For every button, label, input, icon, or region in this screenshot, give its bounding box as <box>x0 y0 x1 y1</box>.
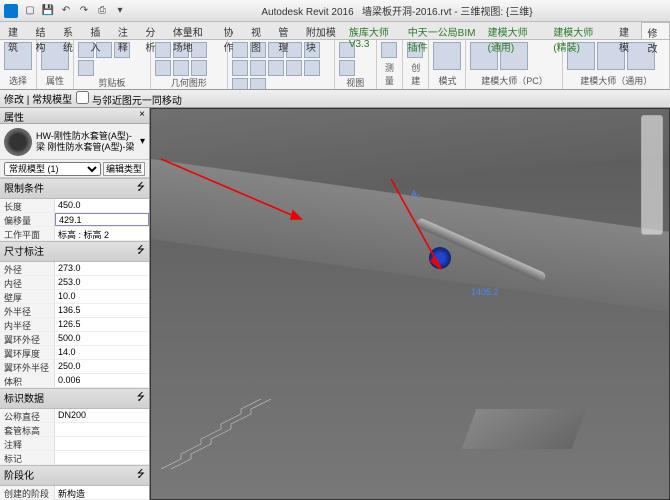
save-icon[interactable]: 💾 <box>40 3 56 19</box>
stair-element[interactable] <box>161 399 301 469</box>
qat-more-icon[interactable]: ▾ <box>112 3 128 19</box>
scale-icon[interactable] <box>304 60 320 76</box>
group-mode: 模式 <box>429 40 466 89</box>
edit-type-button[interactable]: 编辑类型 <box>103 162 145 176</box>
ribbon-tabs: 建筑 结构 系统 插入 注释 分析 体量和场地 协作 视图 管理 附加模块 族库… <box>0 22 670 40</box>
print-icon[interactable]: ⎙ <box>94 3 110 19</box>
link-icon[interactable] <box>155 60 171 76</box>
edit-family-icon[interactable] <box>433 42 461 70</box>
align-icon[interactable] <box>232 42 248 58</box>
properties-panel: 属性 × HW-刚性防水套管(A型)-梁 刚性防水套管(A型)-梁 ▾ 常规模型… <box>0 108 150 500</box>
open-icon[interactable]: ▢ <box>22 3 38 19</box>
tab-addins[interactable]: 附加模块 <box>300 22 343 39</box>
type-selector[interactable]: HW-刚性防水套管(A型)-梁 刚性防水套管(A型)-梁 ▾ <box>0 124 149 160</box>
tab-arch[interactable]: 建筑 <box>2 22 29 39</box>
tab-annot[interactable]: 注释 <box>112 22 139 39</box>
tab-struct[interactable]: 结构 <box>29 22 56 39</box>
navigation-bar[interactable] <box>641 115 663 235</box>
box-element[interactable] <box>462 409 587 449</box>
cope-icon[interactable] <box>155 42 171 58</box>
tab-collab[interactable]: 协作 <box>217 22 244 39</box>
view2-icon[interactable] <box>339 60 355 76</box>
window-title: Autodesk Revit 2016 墙梁板开洞-2016.rvt - 三维视… <box>128 3 666 18</box>
cat-identity[interactable]: 标识数据⭍ <box>0 388 149 409</box>
group-measure: 测量 <box>377 40 403 89</box>
join-icon[interactable] <box>191 42 207 58</box>
tab-bim-plugin[interactable]: 中天一公局BIM插件 <box>402 22 482 39</box>
tab-model[interactable]: 建模 <box>613 22 640 39</box>
move-nearby-checkbox[interactable]: 与邻近图元一同移动 <box>76 91 182 107</box>
split-icon[interactable] <box>268 60 284 76</box>
undo-icon[interactable]: ↶ <box>58 3 74 19</box>
revit-logo-icon <box>4 4 18 18</box>
category-filter-select[interactable]: 常规模型 (1) <box>4 162 101 176</box>
properties-grid: 限制条件⭍ 长度450.0 偏移量429.1 工作平面标高 : 标高 2 尺寸标… <box>0 178 149 500</box>
3d-viewport[interactable]: A₁ 1405.2 <box>150 108 670 500</box>
tab-insert[interactable]: 插入 <box>84 22 111 39</box>
match-icon[interactable] <box>78 60 94 76</box>
delete-icon[interactable] <box>250 78 266 90</box>
options-bar: 修改 | 常规模型 与邻近图元一同移动 <box>0 90 670 108</box>
properties-header: 属性 × <box>0 108 149 124</box>
family-thumb-icon <box>4 128 32 156</box>
move-icon[interactable] <box>286 42 302 58</box>
chevron-down-icon[interactable]: ▾ <box>140 136 145 147</box>
dimension-a[interactable]: A₁ <box>411 189 420 199</box>
group-pc: 建模大师（PC） <box>466 40 563 89</box>
cat-constraints[interactable]: 限制条件⭍ <box>0 178 149 199</box>
paint-icon[interactable] <box>173 60 189 76</box>
tab-analyze[interactable]: 分析 <box>139 22 166 39</box>
tab-model-master2[interactable]: 建模大师 (精装) <box>547 22 613 39</box>
measure-icon[interactable] <box>381 42 397 58</box>
tab-modify[interactable]: 修改 <box>641 22 670 39</box>
tab-model-master1[interactable]: 建模大师 (通用) <box>482 22 548 39</box>
tab-mass[interactable]: 体量和场地 <box>167 22 218 39</box>
tab-view[interactable]: 视图 <box>245 22 272 39</box>
pin-icon[interactable] <box>232 78 248 90</box>
array-icon[interactable] <box>286 60 302 76</box>
group-clipboard: 剪贴板 <box>74 40 151 89</box>
title-bar: ▢ 💾 ↶ ↷ ⎙ ▾ Autodesk Revit 2016 墙梁板开洞-20… <box>0 0 670 22</box>
rotate-icon[interactable] <box>232 60 248 76</box>
tab-manage[interactable]: 管理 <box>272 22 299 39</box>
quick-access-toolbar: ▢ 💾 ↶ ↷ ⎙ ▾ <box>22 3 128 19</box>
trim-icon[interactable] <box>250 60 266 76</box>
redo-icon[interactable]: ↷ <box>76 3 92 19</box>
demolish-icon[interactable] <box>191 60 207 76</box>
group-select: 选择 <box>0 40 37 89</box>
context-label: 修改 | 常规模型 <box>4 91 72 106</box>
dimension-length[interactable]: 1405.2 <box>471 287 499 297</box>
cat-phasing[interactable]: 阶段化⭍ <box>0 465 149 486</box>
cat-dims[interactable]: 尺寸标注⭍ <box>0 241 149 262</box>
annotation-arrow-2 <box>331 169 531 319</box>
close-icon[interactable]: × <box>139 109 145 122</box>
tab-fam-master[interactable]: 族库大师V3.3 <box>343 22 402 39</box>
tab-sys[interactable]: 系统 <box>57 22 84 39</box>
